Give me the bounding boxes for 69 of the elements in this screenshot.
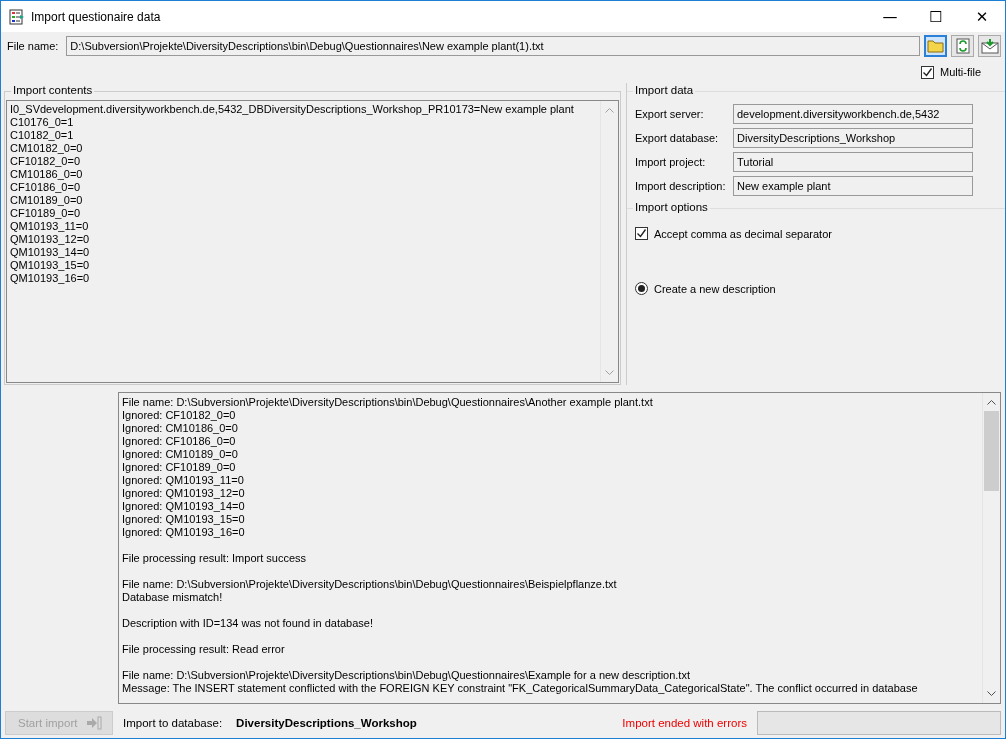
- log-line: Ignored: QM10193_11=0: [122, 474, 245, 487]
- log-line: File name: D:\Subversion\Projekte\DiversityDescriptions\bin\Debug\Questionnaires\Another example plant.txt: [122, 396, 654, 409]
- log-line: Ignored: CF10189_0=0: [122, 461, 237, 474]
- content-line: C10176_0=1: [10, 116, 75, 129]
- field-label: Import project:: [635, 156, 707, 168]
- exit-arrow-icon: [86, 716, 102, 730]
- scrollbar[interactable]: [982, 393, 1000, 703]
- group-title: Import options: [633, 201, 710, 213]
- log-line: Ignored: QM10193_16=0: [122, 526, 246, 539]
- value-field[interactable]: DiversityDescriptions_Workshop: [733, 128, 973, 148]
- checkbox[interactable]: [635, 227, 648, 240]
- field-label: Export server:: [635, 108, 705, 120]
- log-line: Ignored: CM10186_0=0: [122, 422, 239, 435]
- app-icon: [9, 8, 25, 25]
- content-line: CF10189_0=0: [10, 207, 82, 220]
- log-line: File processing result: Read error: [122, 643, 286, 656]
- log-line: File name: D:\Subversion\Projekte\DiversityDescriptions\bin\Debug\Questionnaires\Example for a new description.txt: [122, 669, 691, 682]
- log-line: Ignored: QM10193_14=0: [122, 500, 246, 513]
- log-line: File name: D:\Subversion\Projekte\DiversityDescriptions\bin\Debug\Questionnaires\Beispielpflanze.txt: [122, 578, 618, 591]
- field-label: Export database:: [635, 132, 720, 144]
- status-message: Import ended with errors: [622, 717, 747, 729]
- log-text-area[interactable]: [118, 392, 1001, 704]
- target-label: Import to database:: [123, 717, 223, 729]
- content-line: C10182_0=1: [10, 129, 75, 142]
- scroll-thumb[interactable]: [984, 411, 999, 491]
- log-line: Description with ID=134 was not found in database!: [122, 617, 374, 630]
- field-label: Import description:: [635, 180, 727, 192]
- refresh-button[interactable]: [951, 35, 974, 57]
- file-name-label: File name:: [7, 40, 59, 52]
- open-folder-button[interactable]: [924, 35, 947, 57]
- content-line: QM10193_15=0: [10, 259, 91, 272]
- option-label: Accept comma as decimal separator: [654, 227, 832, 240]
- target-database: DiversityDescriptions_Workshop: [236, 717, 418, 729]
- log-line: File processing result: Import success: [122, 552, 307, 565]
- content-line: QM10193_16=0: [10, 272, 91, 285]
- window-title: Import questionaire data: [31, 9, 162, 24]
- group-title: Import contents: [11, 84, 95, 96]
- file-path-field[interactable]: D:\Subversion\Projekte\DiversityDescriptions\bin\Debug\Questionnaires\New example plant(1).txt: [66, 36, 920, 56]
- content-line: QM10193_11=0: [10, 220, 90, 233]
- content-line: CF10182_0=0: [10, 155, 82, 168]
- content-line: I0_SVdevelopment.diversityworkbench.de,5432_DBDiversityDescriptions_Workshop_PR10173=New example plant: [10, 103, 575, 116]
- scroll-up-icon[interactable]: [987, 399, 996, 405]
- content-line: QM10193_14=0: [10, 246, 91, 259]
- mail-button[interactable]: [978, 35, 1001, 57]
- log-line: Ignored: CF10186_0=0: [122, 435, 237, 448]
- log-line: Ignored: CM10189_0=0: [122, 448, 239, 461]
- log-line: Ignored: QM10193_12=0: [122, 487, 246, 500]
- value-field[interactable]: New example plant: [733, 176, 973, 196]
- radio-button[interactable]: [635, 282, 648, 295]
- multi-file-checkbox[interactable]: [921, 65, 935, 79]
- log-line: Message: The INSERT statement conflicted with the FOREIGN KEY constraint "FK_CategoricalSummaryData_CategoricalState". The conflict occurred in database: [122, 682, 919, 695]
- group-title: Import data: [633, 84, 696, 96]
- log-line: Database mismatch!: [122, 591, 224, 604]
- content-line: QM10193_12=0: [10, 233, 91, 246]
- maximize-button[interactable]: ☐: [913, 1, 959, 32]
- contents-text-area[interactable]: [6, 100, 619, 383]
- close-button[interactable]: ✕: [959, 1, 1005, 32]
- content-line: CM10189_0=0: [10, 194, 84, 207]
- log-line: Ignored: CF10182_0=0: [122, 409, 237, 422]
- content-line: CM10182_0=0: [10, 142, 84, 155]
- value-field[interactable]: Tutorial: [733, 152, 973, 172]
- value-field[interactable]: development.diversityworkbench.de,5432: [733, 104, 973, 124]
- content-line: CM10186_0=0: [10, 168, 84, 181]
- content-line: CF10186_0=0: [10, 181, 82, 194]
- scroll-down-icon[interactable]: [987, 691, 996, 697]
- option-label: Create a new description: [654, 282, 776, 295]
- multi-file-label: Multi-file: [940, 66, 981, 78]
- log-line: Ignored: QM10193_15=0: [122, 513, 246, 526]
- minimize-button[interactable]: —: [867, 1, 913, 32]
